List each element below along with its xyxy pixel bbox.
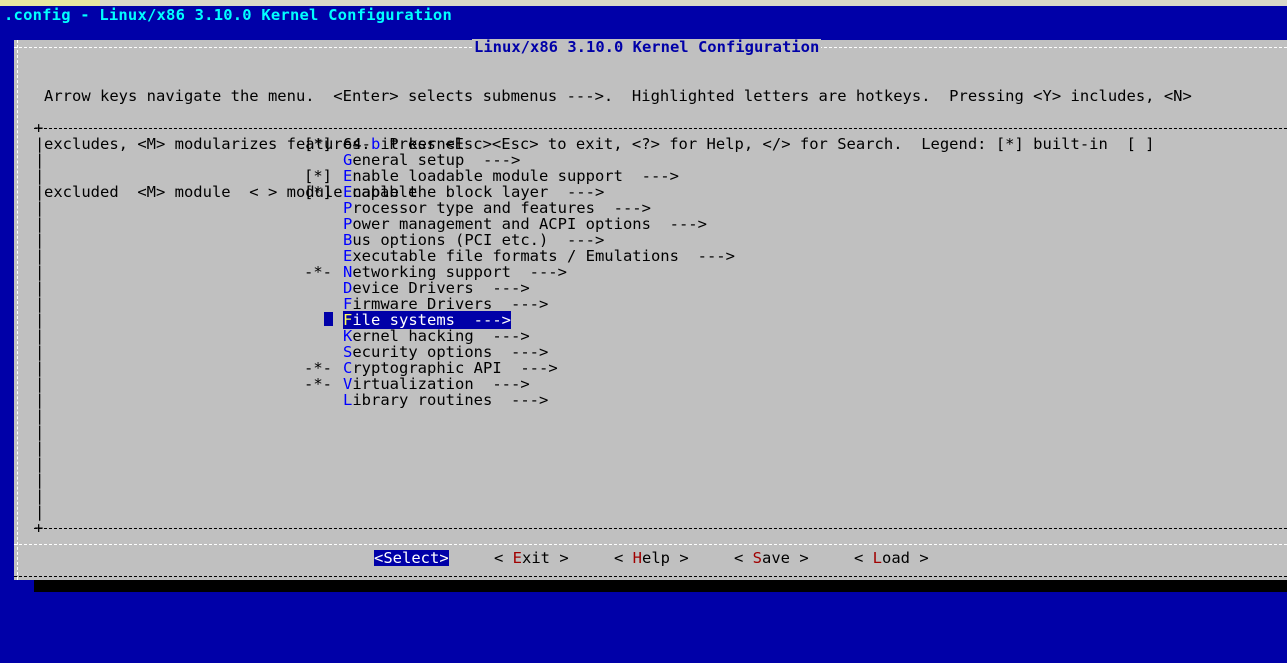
menu-box-left-edge: | — [35, 455, 45, 473]
menu-box[interactable]: + + [*] 64-bit kernel General setup ---> [*… — [34, 120, 1287, 536]
menu-item-state: -*- — [304, 359, 332, 377]
menu-item[interactable]: -*- Networking support ---> — [304, 264, 735, 280]
menu-corner-bl: + — [34, 519, 44, 537]
help-line-1: Arrow keys navigate the menu. <Enter> se… — [44, 87, 1192, 105]
menu-box-left-edge: | — [35, 471, 45, 489]
menu-box-left-edge: | — [35, 295, 45, 313]
menu-box-left-edge: | — [35, 199, 45, 217]
menu-item-state: -*- — [304, 263, 332, 281]
menu-item[interactable]: Library routines ---> — [304, 392, 735, 408]
menu-item-state: -*- — [304, 375, 332, 393]
menu-box-left-edge: | — [35, 135, 45, 153]
menu-box-left-edge: | — [35, 343, 45, 361]
button-bar: <Select> < Exit > < Help > < Save > < Lo… — [14, 550, 1287, 570]
menu-box-left-edge: | — [35, 359, 45, 377]
menu-box-left-edge: | — [35, 327, 45, 345]
menu-corner-tl: + — [34, 119, 44, 137]
menu-box-left-edge: | — [35, 439, 45, 457]
menu-item[interactable]: Kernel hacking ---> — [304, 328, 735, 344]
menu-item[interactable]: -*- Virtualization ---> — [304, 376, 735, 392]
menu-item[interactable]: File systems ---> — [304, 311, 735, 329]
selection-cursor — [324, 312, 333, 326]
menu-item-state: [*] — [304, 183, 332, 201]
submenu-arrow: ---> — [650, 215, 707, 233]
menu-box-left-edge: | — [35, 247, 45, 265]
menu-item[interactable]: [*] 64-bit kernel — [304, 136, 735, 152]
menu-box-left-edge: | — [35, 407, 45, 425]
menu-item[interactable]: Security options ---> — [304, 344, 735, 360]
dialog-title: Linux/x86 3.10.0 Kernel Configuration — [472, 38, 822, 56]
menu-item[interactable]: Firmware Drivers ---> — [304, 296, 735, 312]
menu-box-left-edge: | — [35, 183, 45, 201]
exit-button[interactable]: < Exit > — [494, 550, 569, 566]
menu-items: [*] 64-bit kernel General setup ---> [*] Ena… — [304, 136, 735, 408]
window-title: .config - Linux/x86 3.10.0 Kernel Config… — [4, 6, 452, 24]
menu-box-bottom-border — [34, 528, 1287, 529]
menu-box-left-edge: | — [35, 423, 45, 441]
menu-box-left-edge: | — [35, 487, 45, 505]
menu-box-left-edge: | — [35, 231, 45, 249]
menu-item-state: [*] — [304, 167, 332, 185]
menu-box-left-edge: | — [35, 375, 45, 393]
menu-item[interactable]: -*- Cryptographic API ---> — [304, 360, 735, 376]
button-row-top-border — [14, 544, 1287, 545]
menu-box-left-edge: | — [35, 167, 45, 185]
kernel-config-dialog: Linux/x86 3.10.0 Kernel Configuration Ar… — [14, 38, 1287, 580]
menu-item[interactable]: Power management and ACPI options ---> — [304, 216, 735, 232]
menu-item[interactable]: Device Drivers ---> — [304, 280, 735, 296]
select-button[interactable]: <Select> — [374, 550, 449, 566]
menu-box-left-edge: | — [35, 503, 45, 521]
dialog-bottom-border — [14, 576, 1287, 577]
menu-box-left-edge: | — [35, 215, 45, 233]
menu-item[interactable]: Bus options (PCI etc.) ---> — [304, 232, 735, 248]
menu-box-left-edge: | — [35, 263, 45, 281]
load-button[interactable]: < Load > — [854, 550, 929, 566]
menu-item-label: ibrary routines — [352, 391, 493, 409]
menu-box-left-edge: | — [35, 311, 45, 329]
save-button[interactable]: < Save > — [734, 550, 809, 566]
menu-box-left-edge: | — [35, 151, 45, 169]
menu-item[interactable]: Executable file formats / Emulations ---… — [304, 248, 735, 264]
terminal-bottom-strip — [0, 580, 1287, 592]
menu-item[interactable]: General setup ---> — [304, 152, 735, 168]
menu-box-left-edge: | — [35, 391, 45, 409]
dialog-left-border — [17, 40, 18, 580]
submenu-arrow: ---> — [492, 391, 549, 409]
menu-box-left-edge: | — [35, 279, 45, 297]
menu-item-hotkey: L — [343, 391, 353, 409]
menu-item[interactable]: [*] Enable loadable module support ---> — [304, 168, 735, 184]
menu-item-state: [*] — [304, 135, 332, 153]
menu-item[interactable]: Processor type and features ---> — [304, 200, 735, 216]
submenu-arrow: ---> — [678, 247, 735, 265]
menu-item[interactable]: [*] Enable the block layer ---> — [304, 184, 735, 200]
submenu-arrow: ---> — [622, 167, 679, 185]
menu-box-top-border — [34, 128, 1287, 129]
help-button[interactable]: < Help > — [614, 550, 689, 566]
